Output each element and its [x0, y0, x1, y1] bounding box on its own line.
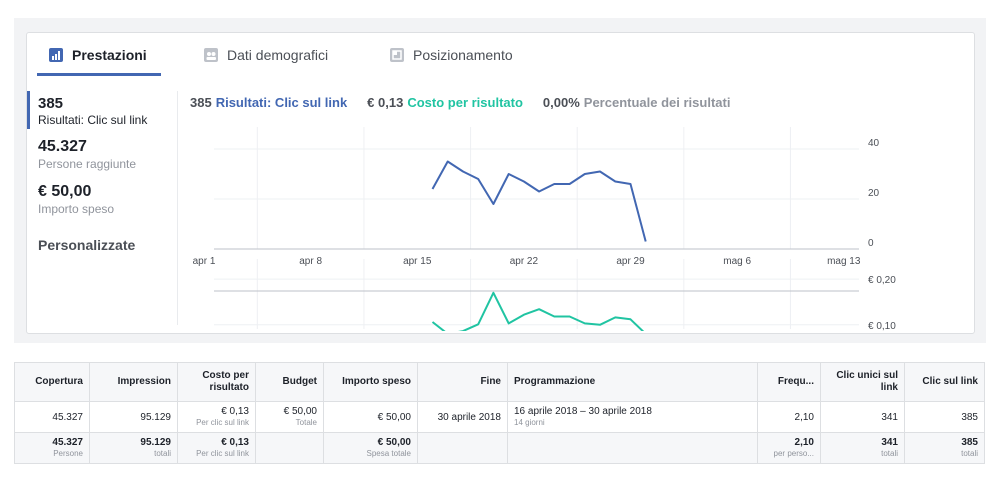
cell-value: € 50,00	[377, 437, 411, 448]
table-cell: 385 totali	[904, 432, 985, 464]
cell-caption: per perso...	[773, 449, 814, 458]
tab-label: Prestazioni	[72, 47, 147, 63]
table-cell: € 50,00 Totale	[255, 401, 324, 433]
table-cell: 341 totali	[820, 432, 905, 464]
table-total-row: 45.327 Persone 95.129 totali € 0,13 Per clic …	[14, 432, 985, 464]
selected-metric-indicator	[27, 91, 30, 129]
results-series-line	[431, 160, 647, 242]
table-cell: 95.129 totali	[89, 432, 178, 464]
performance-chart: 40 20 0 apr 1 apr 8 apr 15 apr 22 apr 29 mag 6 ma…	[193, 127, 896, 331]
x-tick-label: apr 29	[616, 256, 645, 267]
placement-icon	[390, 48, 404, 62]
table-header-row: Copertura Impression Costo per risultato Bu…	[14, 362, 985, 402]
column-header[interactable]: Impression	[89, 362, 178, 402]
cell-caption: totali	[961, 449, 978, 458]
cell-caption: Totale	[295, 418, 317, 427]
cell-caption: totali	[154, 449, 171, 458]
x-tick-label: apr 15	[403, 256, 432, 267]
y-tick-label: € 0,10	[868, 321, 896, 331]
y-tick-label: 0	[868, 238, 874, 249]
table-cell: 341	[820, 401, 905, 433]
x-tick-label: apr 8	[299, 256, 322, 267]
tab-demographics[interactable]: Dati demografici	[204, 45, 328, 65]
table-cell: € 0,13 Per clic sul link	[177, 432, 256, 464]
column-header[interactable]: Programmazione	[507, 362, 758, 402]
column-header[interactable]: Budget	[255, 362, 324, 402]
insights-card: Prestazioni Dati demografici Posizioname…	[26, 32, 975, 334]
cell-value: 95.129	[140, 437, 171, 448]
table-cell: 2,10 per perso...	[757, 432, 821, 464]
cell-value: 45.327	[52, 437, 83, 448]
table-cell: 2,10	[757, 401, 821, 433]
cell-value: € 50,00	[283, 406, 317, 417]
people-icon	[204, 48, 218, 62]
cell-caption: Spesa totale	[366, 449, 411, 458]
table-cell: € 50,00 Spesa totale	[323, 432, 418, 464]
table-cell: 16 aprile 2018 – 30 aprile 2018 14 giorni	[507, 401, 758, 433]
y-tick-label: € 0,20	[868, 275, 896, 286]
ad-stats-table: Copertura Impression Costo per risultato Bu…	[14, 362, 985, 464]
table-cell: 30 aprile 2018	[417, 401, 508, 433]
table-cell: € 0,13 Per clic sul link	[177, 401, 256, 433]
table-cell: 45.327 Persone	[14, 432, 90, 464]
cell-value: € 0,13	[221, 437, 249, 448]
active-tab-indicator	[37, 73, 161, 76]
cell-value: 385	[961, 411, 978, 423]
table-cell: € 50,00	[323, 401, 418, 433]
cell-caption: totali	[881, 449, 898, 458]
table-cell	[417, 432, 508, 464]
column-header[interactable]: Frequ...	[757, 362, 821, 402]
cell-caption: Per clic sul link	[196, 449, 249, 458]
cell-value: 341	[881, 437, 898, 448]
cell-value: 45.327	[52, 411, 83, 423]
cell-value: 95.129	[140, 411, 171, 423]
tab-label: Posizionamento	[413, 47, 513, 63]
column-header[interactable]: Fine	[417, 362, 508, 402]
cell-value: 16 aprile 2018 – 30 aprile 2018	[514, 406, 652, 417]
insights-panel: Prestazioni Dati demografici Posizioname…	[14, 18, 986, 343]
cell-value: 30 aprile 2018	[437, 411, 501, 423]
column-header[interactable]: Importo speso	[323, 362, 418, 402]
x-tick-label: mag 13	[827, 256, 861, 267]
cell-value: 385	[961, 437, 978, 448]
table-cell: 385	[904, 401, 985, 433]
tab-placement[interactable]: Posizionamento	[390, 45, 513, 65]
y-tick-label: 20	[868, 188, 880, 199]
y-tick-label: 40	[868, 138, 880, 149]
cell-caption: Per clic sul link	[196, 418, 249, 427]
table-cell	[507, 432, 758, 464]
table-cell: 95.129	[89, 401, 178, 433]
column-header[interactable]: Clic sul link	[904, 362, 985, 402]
x-tick-label: apr 22	[510, 256, 539, 267]
bar-chart-icon	[49, 48, 63, 62]
column-header[interactable]: Costo per risultato	[177, 362, 256, 402]
column-header[interactable]: Clic unici sul link	[820, 362, 905, 402]
cell-value: 341	[881, 411, 898, 423]
cost-series-line	[431, 291, 645, 331]
table-cell	[255, 432, 324, 464]
cell-value: 2,10	[794, 437, 814, 448]
table-row[interactable]: 45.327 95.129 € 0,13 Per clic sul link € 50,…	[14, 401, 985, 433]
tab-label: Dati demografici	[227, 47, 329, 63]
cell-value: € 50,00	[377, 411, 411, 423]
x-tick-label: apr 1	[193, 256, 216, 267]
cell-value: 2,10	[794, 411, 814, 423]
cell-caption: 14 giorni	[514, 418, 545, 427]
x-tick-label: mag 6	[723, 256, 751, 267]
tab-performance[interactable]: Prestazioni	[49, 45, 147, 65]
cell-caption: Persone	[53, 449, 83, 458]
cell-value: € 0,13	[221, 406, 249, 417]
table-cell: 45.327	[14, 401, 90, 433]
column-header[interactable]: Copertura	[14, 362, 90, 402]
